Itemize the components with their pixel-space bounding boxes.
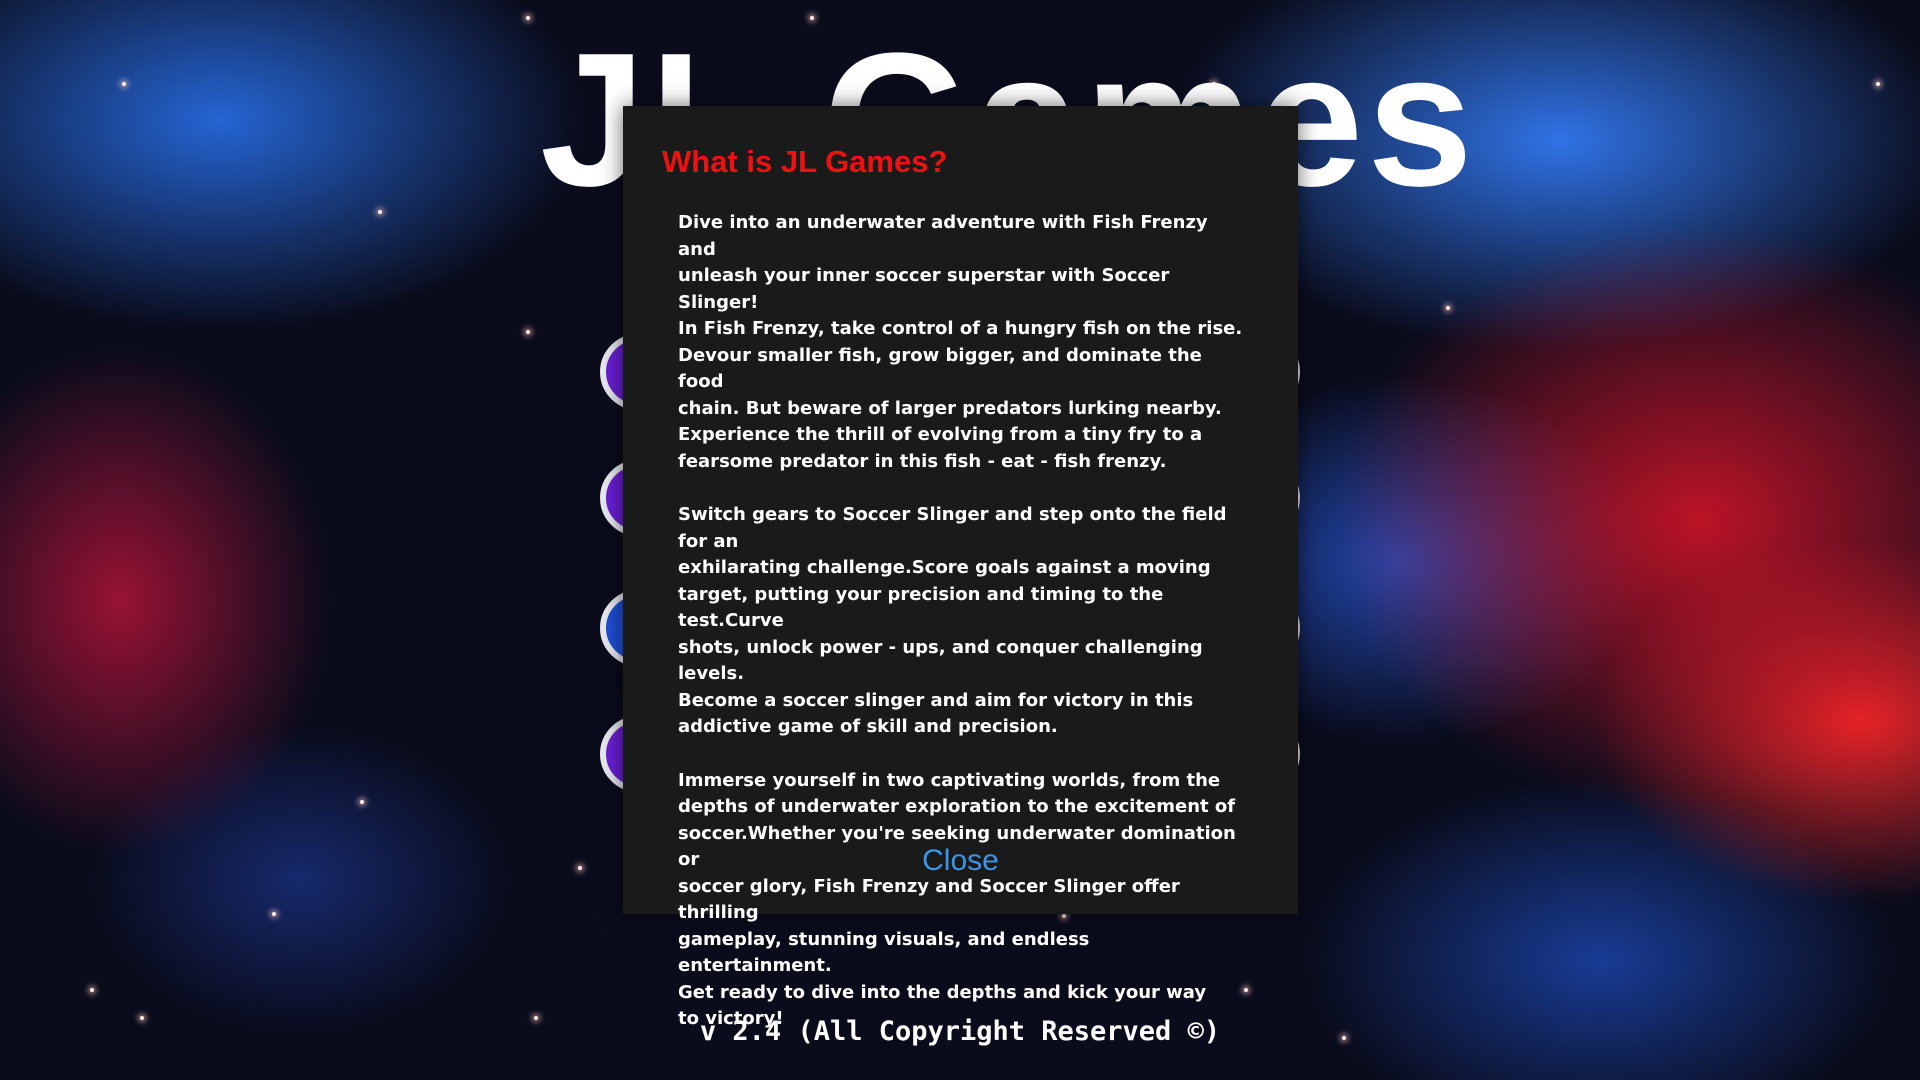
modal-body: Dive into an underwater adventure with F… xyxy=(678,210,1248,1060)
star xyxy=(122,82,126,86)
star xyxy=(526,330,530,334)
star xyxy=(1446,306,1450,310)
star xyxy=(378,210,382,214)
modal-paragraph: Switch gears to Soccer Slinger and step … xyxy=(678,504,1227,737)
modal-paragraph: Immerse yourself in two captivating worl… xyxy=(678,769,1236,1030)
star xyxy=(578,866,582,870)
star xyxy=(360,800,364,804)
modal-paragraph: Dive into an underwater adventure with F… xyxy=(678,212,1243,472)
star xyxy=(90,988,94,992)
modal-title: What is JL Games? xyxy=(662,144,948,179)
star xyxy=(1876,82,1880,86)
about-modal: What is JL Games? Dive into an underwate… xyxy=(623,106,1298,1029)
close-button[interactable]: Close xyxy=(623,844,1298,878)
star xyxy=(526,16,530,20)
version-footer: v 2.4 (All Copyright Reserved ©) xyxy=(699,1016,1221,1047)
star xyxy=(272,912,276,916)
